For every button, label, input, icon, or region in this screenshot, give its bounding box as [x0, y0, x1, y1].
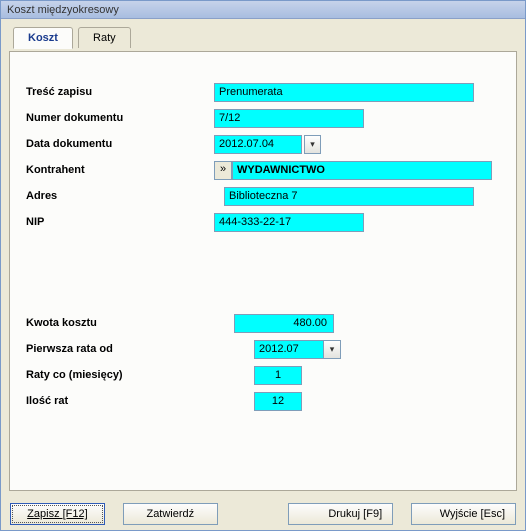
dropdown-pierwsza[interactable]: ▾ — [324, 340, 341, 359]
label-data-dok: Data dokumentu — [24, 138, 214, 150]
tab-raty[interactable]: Raty — [78, 27, 131, 48]
input-nip[interactable] — [214, 213, 364, 232]
label-raty-co: Raty co (miesięcy) — [24, 369, 214, 381]
input-numer[interactable] — [214, 109, 364, 128]
chevron-down-icon: ▾ — [330, 344, 335, 355]
input-raty-co[interactable] — [254, 366, 302, 385]
label-tresc: Treść zapisu — [24, 86, 214, 98]
zatwierdz-button[interactable]: Zatwierdź — [123, 503, 218, 525]
input-tresc[interactable] — [214, 83, 474, 102]
input-ilosc-rat[interactable] — [254, 392, 302, 411]
panel-koszt: Treść zapisu Numer dokumentu Data dokume… — [9, 51, 517, 491]
drukuj-button[interactable]: Drukuj [F9] — [288, 503, 393, 525]
tab-koszt[interactable]: Koszt — [13, 27, 73, 49]
label-nip: NIP — [24, 216, 214, 228]
chevron-down-icon: ▾ — [310, 139, 315, 150]
label-ilosc-rat: Ilość rat — [24, 395, 214, 407]
tab-koszt-label: Koszt — [28, 32, 58, 44]
label-adres: Adres — [24, 190, 214, 202]
tab-raty-label: Raty — [93, 32, 116, 44]
title-bar: Koszt międzyokresowy — [1, 1, 525, 19]
label-pierwsza: Pierwsza rata od — [24, 343, 214, 355]
window-title: Koszt międzyokresowy — [7, 4, 119, 16]
input-adres[interactable] — [224, 187, 474, 206]
label-numer: Numer dokumentu — [24, 112, 214, 124]
zapisz-button[interactable]: Zapisz [F12] — [10, 503, 105, 525]
input-data-dok[interactable] — [214, 135, 302, 154]
dialog-window: Koszt międzyokresowy Koszt Raty Treść za… — [0, 0, 526, 531]
input-pierwsza[interactable] — [254, 340, 324, 359]
tab-strip: Koszt Raty — [13, 27, 525, 51]
footer-buttons: Zapisz [F12] Zatwierdź Drukuj [F9] Wyjśc… — [0, 503, 526, 525]
label-kontrahent: Kontrahent — [24, 164, 214, 176]
dropdown-data-dok[interactable]: ▾ — [304, 135, 321, 154]
input-kontrahent[interactable] — [232, 161, 492, 180]
label-kwota: Kwota kosztu — [24, 317, 214, 329]
pick-icon: » — [220, 163, 226, 175]
pick-kontrahent-button[interactable]: » — [214, 161, 232, 180]
input-kwota[interactable] — [234, 314, 334, 333]
wyjscie-button[interactable]: Wyjście [Esc] — [411, 503, 516, 525]
